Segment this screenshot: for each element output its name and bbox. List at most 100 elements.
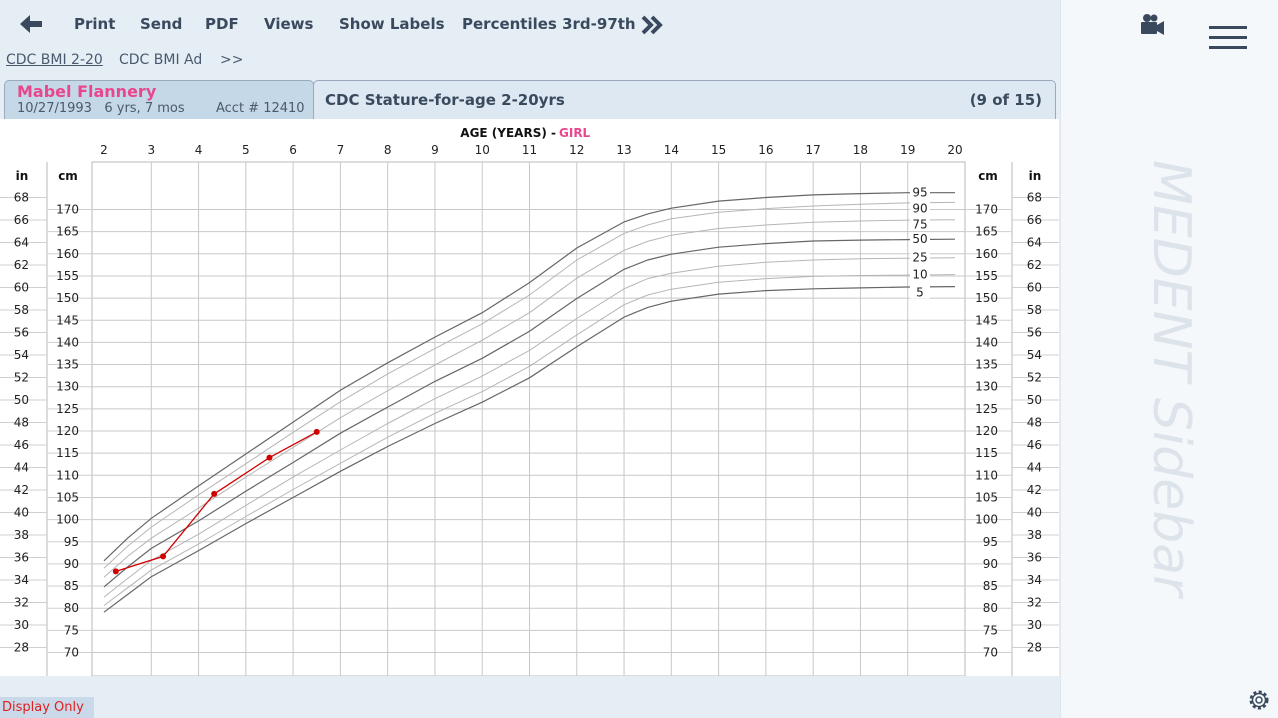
in-tick-label-left: 54 — [14, 348, 29, 362]
in-tick-label-left: 38 — [14, 528, 29, 542]
age-tick-label: 10 — [475, 143, 490, 157]
cm-tick-label-right: 155 — [975, 269, 998, 283]
cm-tick-label-left: 120 — [56, 424, 79, 438]
age-tick-label: 2 — [100, 143, 108, 157]
cm-tick-label-right: 160 — [975, 247, 998, 261]
subtab-cdc-bmi-2-20[interactable]: CDC BMI 2-20 — [6, 52, 103, 68]
in-tick-label-right: 58 — [1027, 303, 1042, 317]
patient-tab[interactable]: Mabel Flannery 10/27/1993 6 yrs, 7 mos A… — [4, 80, 314, 119]
patient-point — [112, 568, 119, 575]
growth-chart: 70 70 75 75 80 80 85 85 90 90 95 95 100 100 105 105 110 1… — [0, 119, 1059, 676]
age-tick-label: 7 — [337, 143, 345, 157]
arrow-left-icon[interactable] — [14, 10, 46, 38]
cm-tick-label-left: 85 — [64, 579, 79, 593]
in-tick-label-left: 30 — [14, 618, 29, 632]
double-chevron-right-icon[interactable] — [640, 14, 666, 36]
in-tick-label-right: 46 — [1027, 438, 1042, 452]
in-tick-label-left: 36 — [14, 551, 29, 565]
sidebar: MEDENT Sidebar — [1060, 0, 1278, 718]
cm-tick-label-left: 75 — [64, 623, 79, 637]
cm-tick-label-left: 135 — [56, 358, 79, 372]
age-axis-title: AGE (YEARS) - — [460, 126, 556, 140]
cm-tick-label-left: 70 — [64, 646, 79, 660]
video-camera-icon[interactable] — [1139, 12, 1165, 38]
show-labels-button[interactable]: Show Labels — [339, 15, 445, 33]
cm-tick-label-left: 90 — [64, 557, 79, 571]
cm-tick-label-right: 130 — [975, 380, 998, 394]
chart-title: CDC Stature-for-age 2-20yrs — [325, 91, 565, 109]
cm-tick-label-left: 145 — [56, 313, 79, 327]
cm-tick-label-right: 110 — [975, 468, 998, 482]
cm-tick-label-left: 100 — [56, 513, 79, 527]
in-tick-label-left: 32 — [14, 596, 29, 610]
age-tick-label: 13 — [616, 143, 631, 157]
cm-tick-label-left: 160 — [56, 247, 79, 261]
cm-tick-label-right: 80 — [983, 601, 998, 615]
chart-page-indicator: (9 of 15) — [969, 91, 1042, 109]
cm-tick-label-left: 110 — [56, 468, 79, 482]
in-tick-label-left: 52 — [14, 370, 29, 384]
percentile-label-75: 75 — [912, 218, 927, 232]
in-tick-label-left: 60 — [14, 280, 29, 294]
in-tick-label-right: 30 — [1027, 618, 1042, 632]
cm-tick-label-left: 155 — [56, 269, 79, 283]
cm-tick-label-left: 95 — [64, 535, 79, 549]
cm-tick-label-right: 135 — [975, 358, 998, 372]
cm-tick-label-right: 115 — [975, 446, 998, 460]
chart-tab[interactable]: CDC Stature-for-age 2-20yrs (9 of 15) — [313, 80, 1056, 119]
cm-tick-label-right: 95 — [983, 535, 998, 549]
age-tick-label: 9 — [431, 143, 439, 157]
hamburger-menu-icon[interactable] — [1209, 24, 1249, 52]
cm-tick-label-right: 145 — [975, 313, 998, 327]
in-tick-label-right: 48 — [1027, 415, 1042, 429]
subtab-cdc-bmi-ad[interactable]: CDC BMI Ad — [119, 52, 202, 68]
percentile-label-5: 5 — [916, 285, 924, 299]
cm-tick-label-left: 140 — [56, 335, 79, 349]
in-tick-label-right: 52 — [1027, 370, 1042, 384]
print-button[interactable]: Print — [74, 15, 115, 33]
age-tick-label: 3 — [147, 143, 155, 157]
cm-header-right: cm — [978, 169, 998, 183]
send-button[interactable]: Send — [140, 15, 182, 33]
patient-dob-age: 10/27/1993 6 yrs, 7 mos — [17, 101, 185, 116]
age-tick-label: 5 — [242, 143, 250, 157]
in-tick-label-left: 40 — [14, 506, 29, 520]
growth-chart-svg: 70 7075 7580 8085 8590 9095 95100 100105 105110 1… — [0, 126, 1059, 676]
in-tick-label-left: 28 — [14, 641, 29, 655]
in-header-right: in — [1029, 169, 1042, 183]
cm-tick-label-right: 85 — [983, 579, 998, 593]
cm-tick-label-right: 105 — [975, 490, 998, 504]
in-tick-label-right: 40 — [1027, 506, 1042, 520]
patient-point — [266, 454, 273, 461]
age-tick-label: 20 — [947, 143, 962, 157]
percentile-label-90: 90 — [912, 202, 927, 216]
percentiles-button[interactable]: Percentiles 3rd-97th — [462, 15, 636, 33]
in-tick-label-right: 60 — [1027, 280, 1042, 294]
in-tick-label-left: 34 — [14, 573, 29, 587]
in-tick-label-right: 56 — [1027, 325, 1042, 339]
cm-tick-label-left: 130 — [56, 380, 79, 394]
cm-header-left: cm — [58, 169, 78, 183]
cm-tick-label-left: 80 — [64, 601, 79, 615]
in-tick-label-right: 44 — [1027, 461, 1042, 475]
in-tick-label-left: 56 — [14, 325, 29, 339]
in-tick-label-left: 48 — [14, 415, 29, 429]
pdf-button[interactable]: PDF — [205, 15, 239, 33]
in-tick-label-right: 62 — [1027, 258, 1042, 272]
age-tick-label: 16 — [758, 143, 773, 157]
views-button[interactable]: Views — [264, 15, 313, 33]
gear-icon[interactable] — [1247, 688, 1271, 712]
cm-tick-label-right: 170 — [975, 203, 998, 217]
cm-tick-label-right: 70 — [983, 646, 998, 660]
in-tick-label-left: 68 — [14, 190, 29, 204]
in-tick-label-left: 66 — [14, 213, 29, 227]
in-tick-label-right: 54 — [1027, 348, 1042, 362]
subtab-more[interactable]: >> — [220, 52, 243, 68]
patient-point — [160, 553, 167, 560]
sidebar-watermark: MEDENT Sidebar — [1141, 160, 1201, 597]
cm-tick-label-right: 120 — [975, 424, 998, 438]
in-tick-label-right: 28 — [1027, 641, 1042, 655]
cm-tick-label-left: 170 — [56, 203, 79, 217]
cm-tick-label-left: 125 — [56, 402, 79, 416]
cm-tick-label-right: 125 — [975, 402, 998, 416]
